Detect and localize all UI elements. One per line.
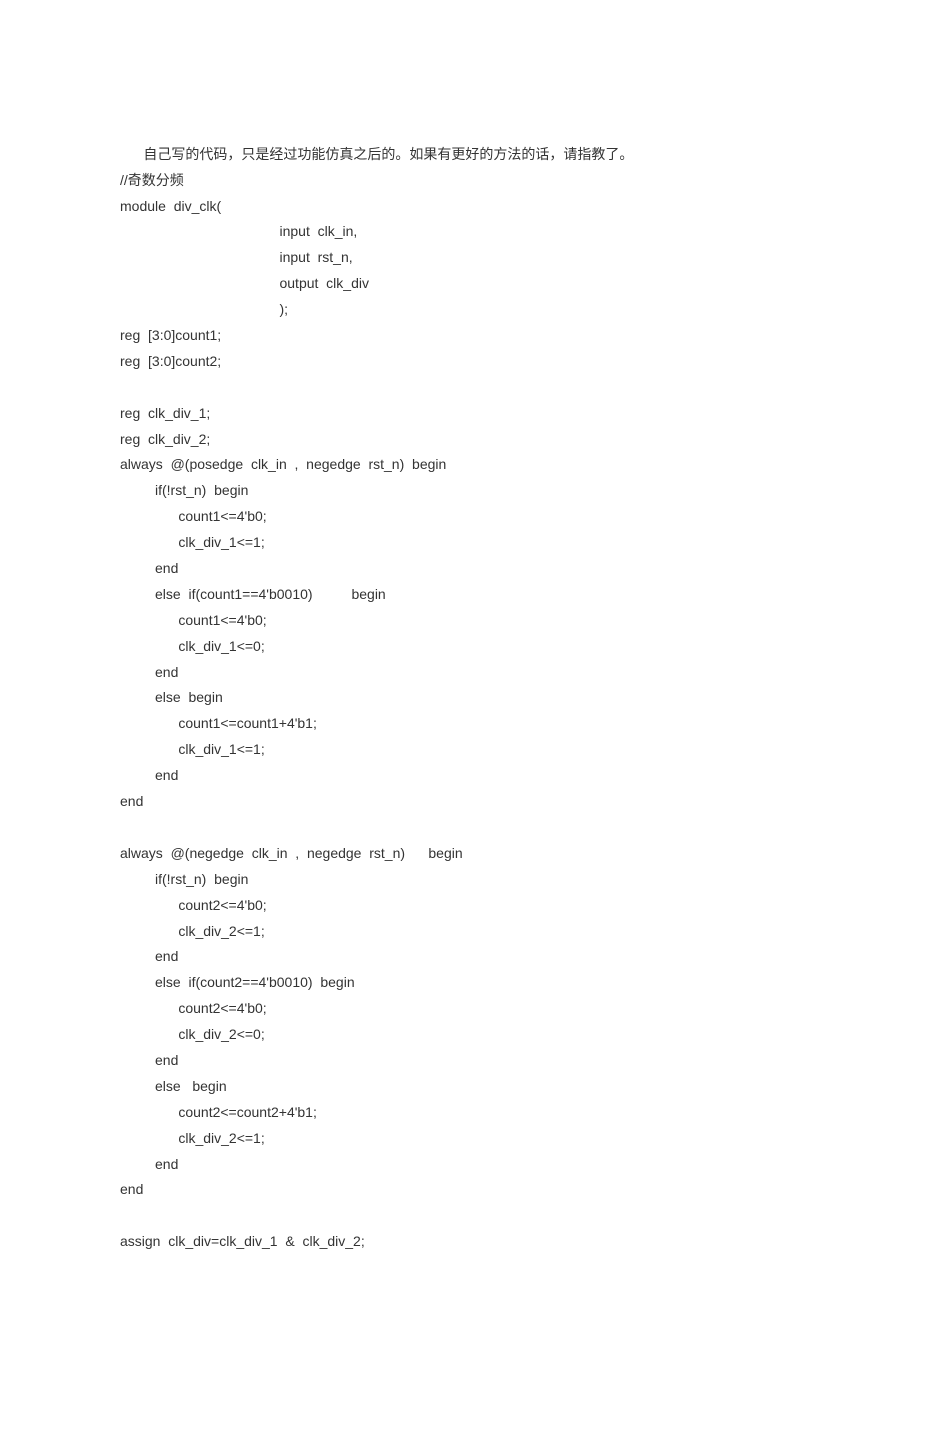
code-block: 自己写的代码，只是经过功能仿真之后的。如果有更好的方法的话，请指教了。 //奇数… bbox=[120, 142, 845, 1255]
document-page: 自己写的代码，只是经过功能仿真之后的。如果有更好的方法的话，请指教了。 //奇数… bbox=[0, 0, 945, 1431]
